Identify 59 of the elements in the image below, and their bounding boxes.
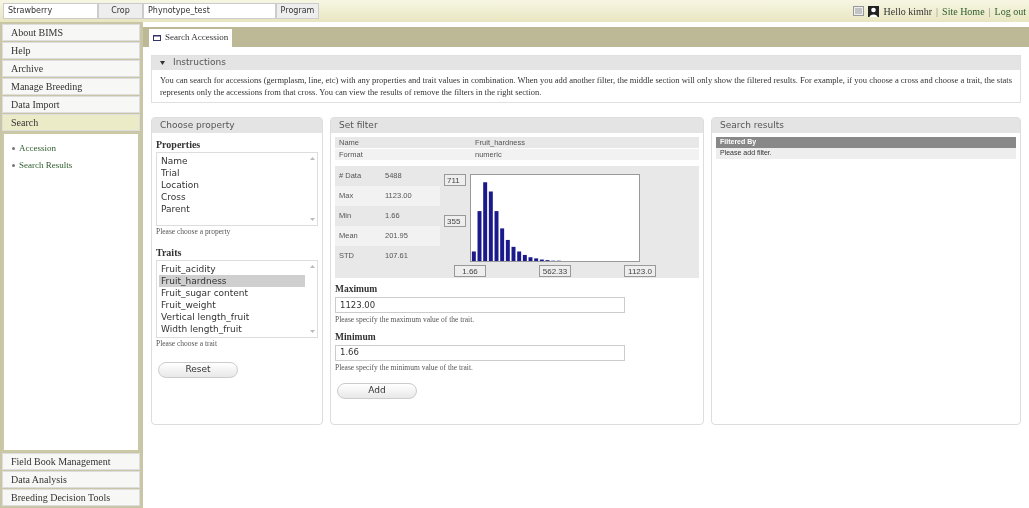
list-item[interactable]: Fruit_acidity bbox=[159, 263, 305, 276]
top-link[interactable]: Log out bbox=[994, 3, 1026, 19]
program-field[interactable]: Phynotype_test bbox=[143, 3, 276, 19]
sidebar-item[interactable]: Manage Breeding bbox=[2, 78, 140, 95]
program-button[interactable]: Program bbox=[276, 3, 319, 19]
axis-tick-label: 1123.0 bbox=[624, 265, 656, 277]
add-button[interactable]: Add bbox=[337, 383, 417, 399]
list-item[interactable]: Name bbox=[159, 155, 305, 167]
traits-label: Traits bbox=[156, 246, 183, 261]
bullet-icon bbox=[12, 147, 15, 151]
value-input[interactable]: 1123.00 bbox=[335, 297, 625, 314]
instructions-header[interactable]: Instructions bbox=[152, 56, 1020, 70]
window-icon bbox=[153, 35, 161, 41]
list-item[interactable]: Width length_fruit bbox=[159, 323, 305, 336]
scroll-up-icon[interactable] bbox=[309, 157, 315, 160]
sidebar-item[interactable]: Data Analysis bbox=[2, 471, 140, 488]
top-link[interactable]: Site Home bbox=[942, 3, 985, 19]
sidebar-item[interactable]: Data Import bbox=[2, 96, 140, 113]
panel-header: Set filter bbox=[331, 118, 703, 133]
crop-field[interactable]: Strawberry bbox=[3, 3, 98, 19]
instructions-text: You can search for accessions (germplasm, line, etc) with any properties and trait values in combination. When you add another filter, the middle section will only show the filtered results. For example, if you choose a cross and choose a trait, the stats represents only the accessions from that cross. You can view the results of remove the filters in the right section. bbox=[159, 74, 1013, 99]
properties-label: Properties bbox=[156, 138, 202, 152]
separator-text: | bbox=[988, 4, 991, 19]
list-item[interactable]: Fruit_sugar content bbox=[159, 287, 305, 300]
bullet-icon bbox=[12, 163, 15, 167]
list-item[interactable]: Location bbox=[159, 179, 305, 191]
scroll-up-icon[interactable] bbox=[309, 265, 315, 269]
separator-text: | bbox=[936, 4, 939, 19]
reset-button[interactable]: Reset bbox=[158, 361, 238, 378]
submenu-link[interactable]: Search Results bbox=[19, 158, 73, 172]
greeting-text: Hello kimhr bbox=[883, 4, 933, 19]
sidebar-item[interactable]: Field Book Management bbox=[2, 453, 140, 470]
axis-tick-label: 1.66 bbox=[454, 265, 486, 277]
submenu-link[interactable]: Accession bbox=[19, 142, 56, 156]
tab[interactable]: Search Accession bbox=[149, 29, 233, 47]
scroll-down-icon[interactable] bbox=[309, 330, 315, 334]
list-item[interactable]: Cross bbox=[159, 191, 305, 203]
sidebar-item[interactable]: Archive bbox=[2, 60, 140, 77]
field-label: Maximum bbox=[335, 283, 379, 296]
sidebar-item[interactable]: Help bbox=[2, 42, 140, 59]
axis-tick-label: 711 bbox=[444, 174, 466, 186]
sidebar-item[interactable]: About BIMS bbox=[2, 24, 140, 41]
list-item[interactable]: Trial bbox=[159, 167, 305, 179]
list-item[interactable]: Vertical length_fruit bbox=[159, 311, 305, 324]
sidebar-item[interactable]: Search bbox=[2, 114, 140, 131]
list-item[interactable]: Fruit_hardness bbox=[159, 275, 305, 288]
collapse-caret-icon bbox=[160, 61, 165, 65]
scroll-down-icon[interactable] bbox=[309, 218, 315, 221]
sidebar-item[interactable]: Breeding Decision Tools bbox=[2, 489, 140, 506]
user-icon[interactable] bbox=[868, 5, 880, 17]
crop-button[interactable]: Crop bbox=[98, 3, 143, 19]
panel-header: Search results bbox=[712, 118, 1020, 133]
axis-tick-label: 562.33 bbox=[539, 265, 571, 277]
field-label: Minimum bbox=[335, 330, 377, 344]
list-item[interactable]: Parent bbox=[159, 203, 305, 215]
value-input[interactable]: 1.66 bbox=[335, 344, 625, 361]
axis-tick-label: 355 bbox=[444, 215, 466, 228]
panel-header: Choose property bbox=[152, 118, 322, 133]
list-item[interactable]: Fruit_weight bbox=[159, 299, 305, 312]
